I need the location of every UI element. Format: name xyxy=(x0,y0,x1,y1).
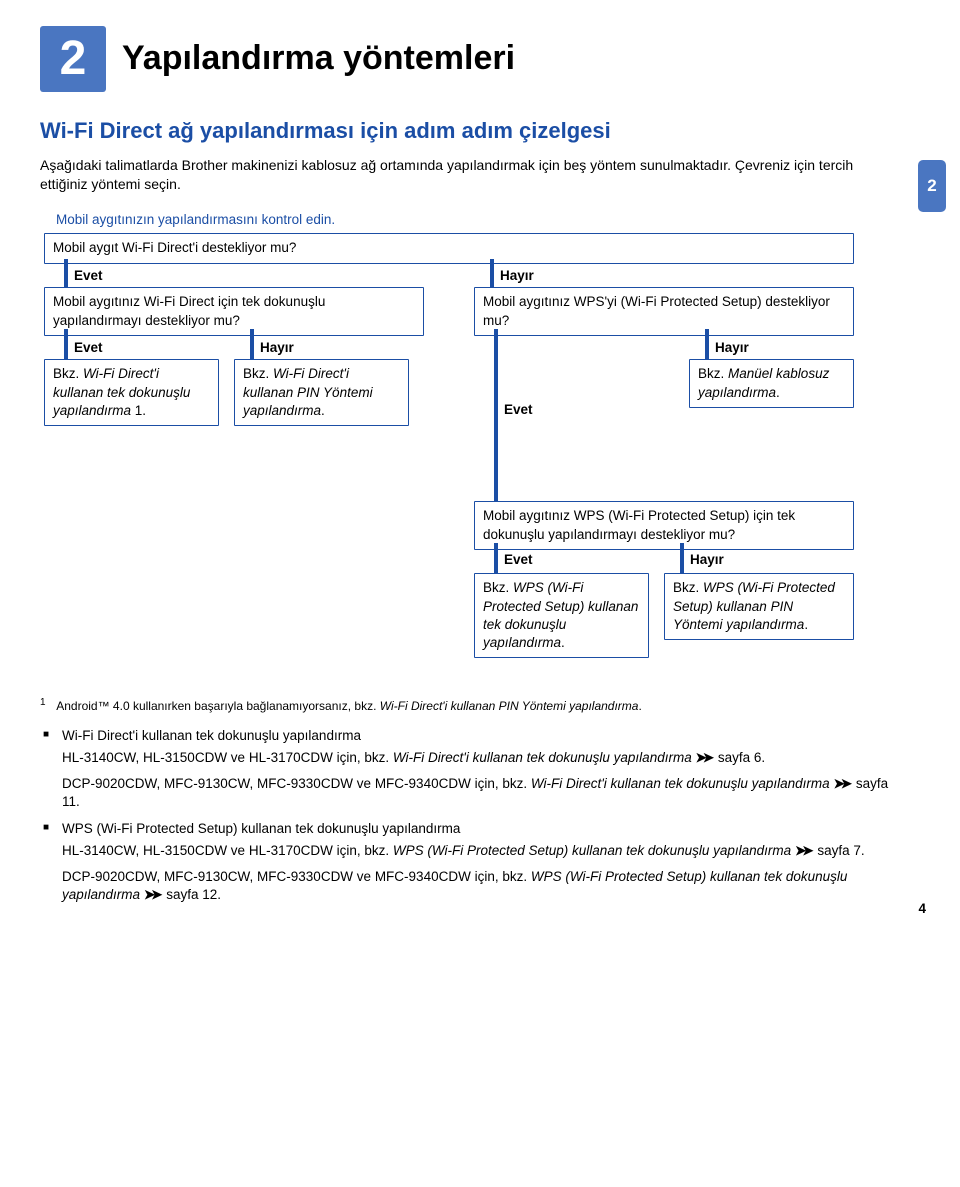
footnotes-block: 1 Android™ 4.0 kullanırken başarıyla bağ… xyxy=(40,696,900,904)
page-number: 4 xyxy=(918,900,926,918)
bullet-2-para-2: DCP-9020CDW, MFC-9130CW, MFC-9330CDW ve … xyxy=(40,868,900,904)
chapter-number-badge: 2 xyxy=(40,26,106,92)
bullet-2-title: WPS (Wi-Fi Protected Setup) kullanan tek… xyxy=(40,820,900,838)
flowchart-result-4: Bkz. WPS (Wi-Fi Protected Setup) kullana… xyxy=(474,573,649,658)
flowchart-q-left: Mobil aygıtınız Wi-Fi Direct için tek do… xyxy=(44,287,424,335)
flowchart-start-text: Mobil aygıtınızın yapılandırmasını kontr… xyxy=(56,211,335,229)
flowchart-label-yes-1: Evet xyxy=(74,267,103,285)
chapter-header: 2 Yapılandırma yöntemleri xyxy=(40,26,900,92)
section-title: Wi-Fi Direct ağ yapılandırması için adım… xyxy=(40,116,900,146)
flowchart-label-no-2: Hayır xyxy=(260,339,294,357)
bullet-2-para-1: HL-3140CW, HL-3150CDW ve HL-3170CDW için… xyxy=(40,842,900,860)
flowchart-q-right: Mobil aygıtınız WPS'yi (Wi-Fi Protected … xyxy=(474,287,854,335)
flowchart-label-yes-3: Evet xyxy=(504,401,533,419)
bullet-1-title: Wi-Fi Direct'i kullanan tek dokunuşlu ya… xyxy=(40,727,900,745)
flowchart-result-3: Bkz. Manüel kablosuz yapılandırma. xyxy=(689,359,854,407)
flowchart-result-1: Bkz. Wi-Fi Direct'i kullanan tek dokunuş… xyxy=(44,359,219,426)
arrow-icon: ➤➤ xyxy=(144,887,159,902)
side-tab: 2 xyxy=(918,160,946,212)
arrow-icon: ➤➤ xyxy=(795,843,810,858)
chapter-title: Yapılandırma yöntemleri xyxy=(122,36,515,82)
flowchart-result-2: Bkz. Wi-Fi Direct'i kullanan PIN Yöntemi… xyxy=(234,359,409,426)
flowchart-start-box: Mobil aygıt Wi-Fi Direct'i destekliyor m… xyxy=(44,233,854,263)
flowchart-q-wps: Mobil aygıtınız WPS (Wi-Fi Protected Set… xyxy=(474,501,854,549)
flowchart-label-no-3: Hayır xyxy=(715,339,749,357)
intro-paragraph: Aşağıdaki talimatlarda Brother makineniz… xyxy=(40,156,900,194)
flowchart-label-yes-4: Evet xyxy=(504,551,533,569)
flowchart-result-5: Bkz. WPS (Wi-Fi Protected Setup) kullana… xyxy=(664,573,854,640)
flowchart-label-yes-2: Evet xyxy=(74,339,103,357)
flowchart-label-no-4: Hayır xyxy=(690,551,724,569)
flowchart-label-no-1: Hayır xyxy=(500,267,534,285)
flowchart: Mobil aygıtınızın yapılandırmasını kontr… xyxy=(40,211,900,786)
